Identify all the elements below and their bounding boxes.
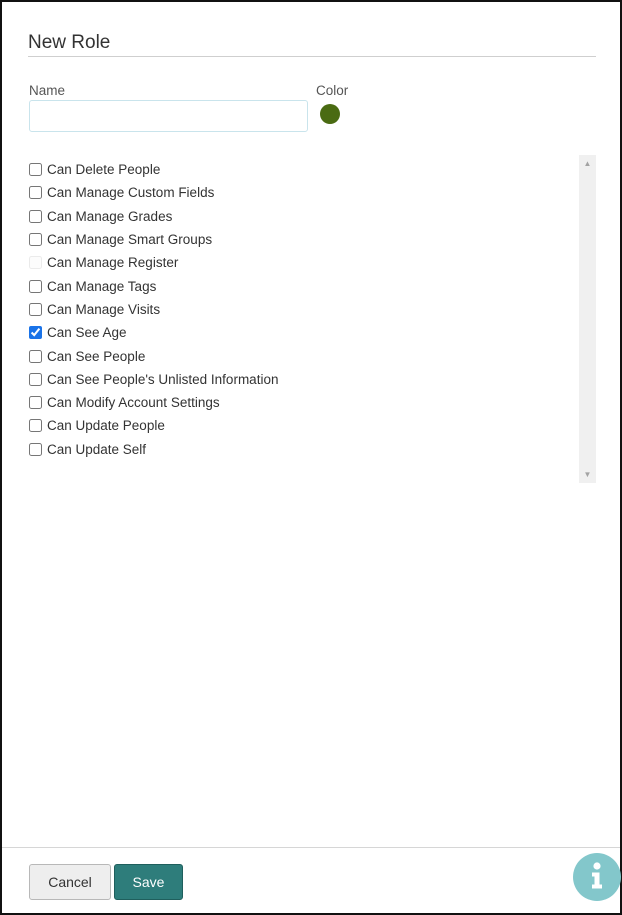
color-label: Color (316, 83, 349, 98)
permissions-scrollbar[interactable]: ▲ ▼ (579, 155, 596, 483)
name-label: Name (29, 83, 66, 98)
permission-label: Can Delete People (47, 162, 161, 178)
color-picker-swatch[interactable] (320, 104, 340, 124)
permission-label: Can Manage Tags (47, 278, 157, 294)
permission-item: Can Update Self (28, 438, 278, 461)
permissions-list: Can Delete People Can Manage Custom Field… (28, 158, 278, 461)
permission-item: Can Modify Account Settings (28, 391, 278, 414)
new-role-dialog: New Role Name Color Can Delete People Can… (0, 0, 622, 915)
permission-checkbox[interactable] (29, 372, 42, 386)
cancel-button[interactable]: Cancel (29, 864, 111, 900)
permission-checkbox[interactable] (29, 233, 42, 247)
permission-item: Can Manage Tags (28, 274, 278, 297)
permission-label: Can Modify Account Settings (47, 395, 220, 411)
permissions-list-box: Can Delete People Can Manage Custom Field… (28, 155, 596, 483)
permission-checkbox[interactable] (29, 442, 42, 456)
permission-checkbox[interactable] (29, 349, 42, 363)
info-button[interactable] (573, 853, 621, 901)
permission-label: Can See Age (47, 325, 127, 341)
permission-label: Can Update Self (47, 441, 147, 457)
permission-label: Can Manage Custom Fields (47, 185, 215, 201)
permission-item: Can Update People (28, 414, 278, 437)
permission-checkbox[interactable] (29, 396, 42, 410)
info-icon (592, 862, 602, 889)
scroll-down-arrow-icon[interactable]: ▼ (579, 466, 596, 483)
permission-label: Can Manage Visits (47, 301, 161, 317)
permission-label: Can Manage Smart Groups (47, 232, 213, 248)
permission-item: Can See Age (28, 321, 278, 344)
save-button[interactable]: Save (114, 864, 183, 900)
permission-item: Can Manage Visits (28, 298, 278, 321)
permission-label: Can Update People (47, 418, 165, 434)
permission-item: Can Manage Smart Groups (28, 228, 278, 251)
scroll-up-arrow-icon[interactable]: ▲ (579, 155, 596, 172)
permission-label: Can See People (47, 348, 146, 364)
permission-label: Can Manage Grades (47, 208, 173, 224)
permission-checkbox[interactable] (29, 256, 42, 270)
permission-item: Can Manage Custom Fields (28, 181, 278, 204)
permission-item: Can Delete People (28, 158, 278, 181)
dialog-title: New Role (28, 32, 111, 53)
permission-item: Can See People (28, 344, 278, 367)
permission-checkbox[interactable] (29, 326, 42, 340)
permission-item: Can Manage Register (28, 251, 278, 274)
permission-checkbox[interactable] (29, 302, 42, 316)
permission-item: Can Manage Grades (28, 205, 278, 228)
permission-item: Can See People's Unlisted Information (28, 368, 278, 391)
permission-checkbox[interactable] (29, 186, 42, 200)
footer-divider (2, 847, 620, 848)
permission-checkbox[interactable] (29, 163, 42, 177)
title-divider (28, 56, 596, 57)
permission-label: Can See People's Unlisted Information (47, 371, 279, 387)
permission-checkbox[interactable] (29, 209, 42, 223)
name-input[interactable] (29, 100, 308, 132)
permission-checkbox[interactable] (29, 419, 42, 433)
permission-label: Can Manage Register (47, 255, 179, 271)
permission-checkbox[interactable] (29, 279, 42, 293)
